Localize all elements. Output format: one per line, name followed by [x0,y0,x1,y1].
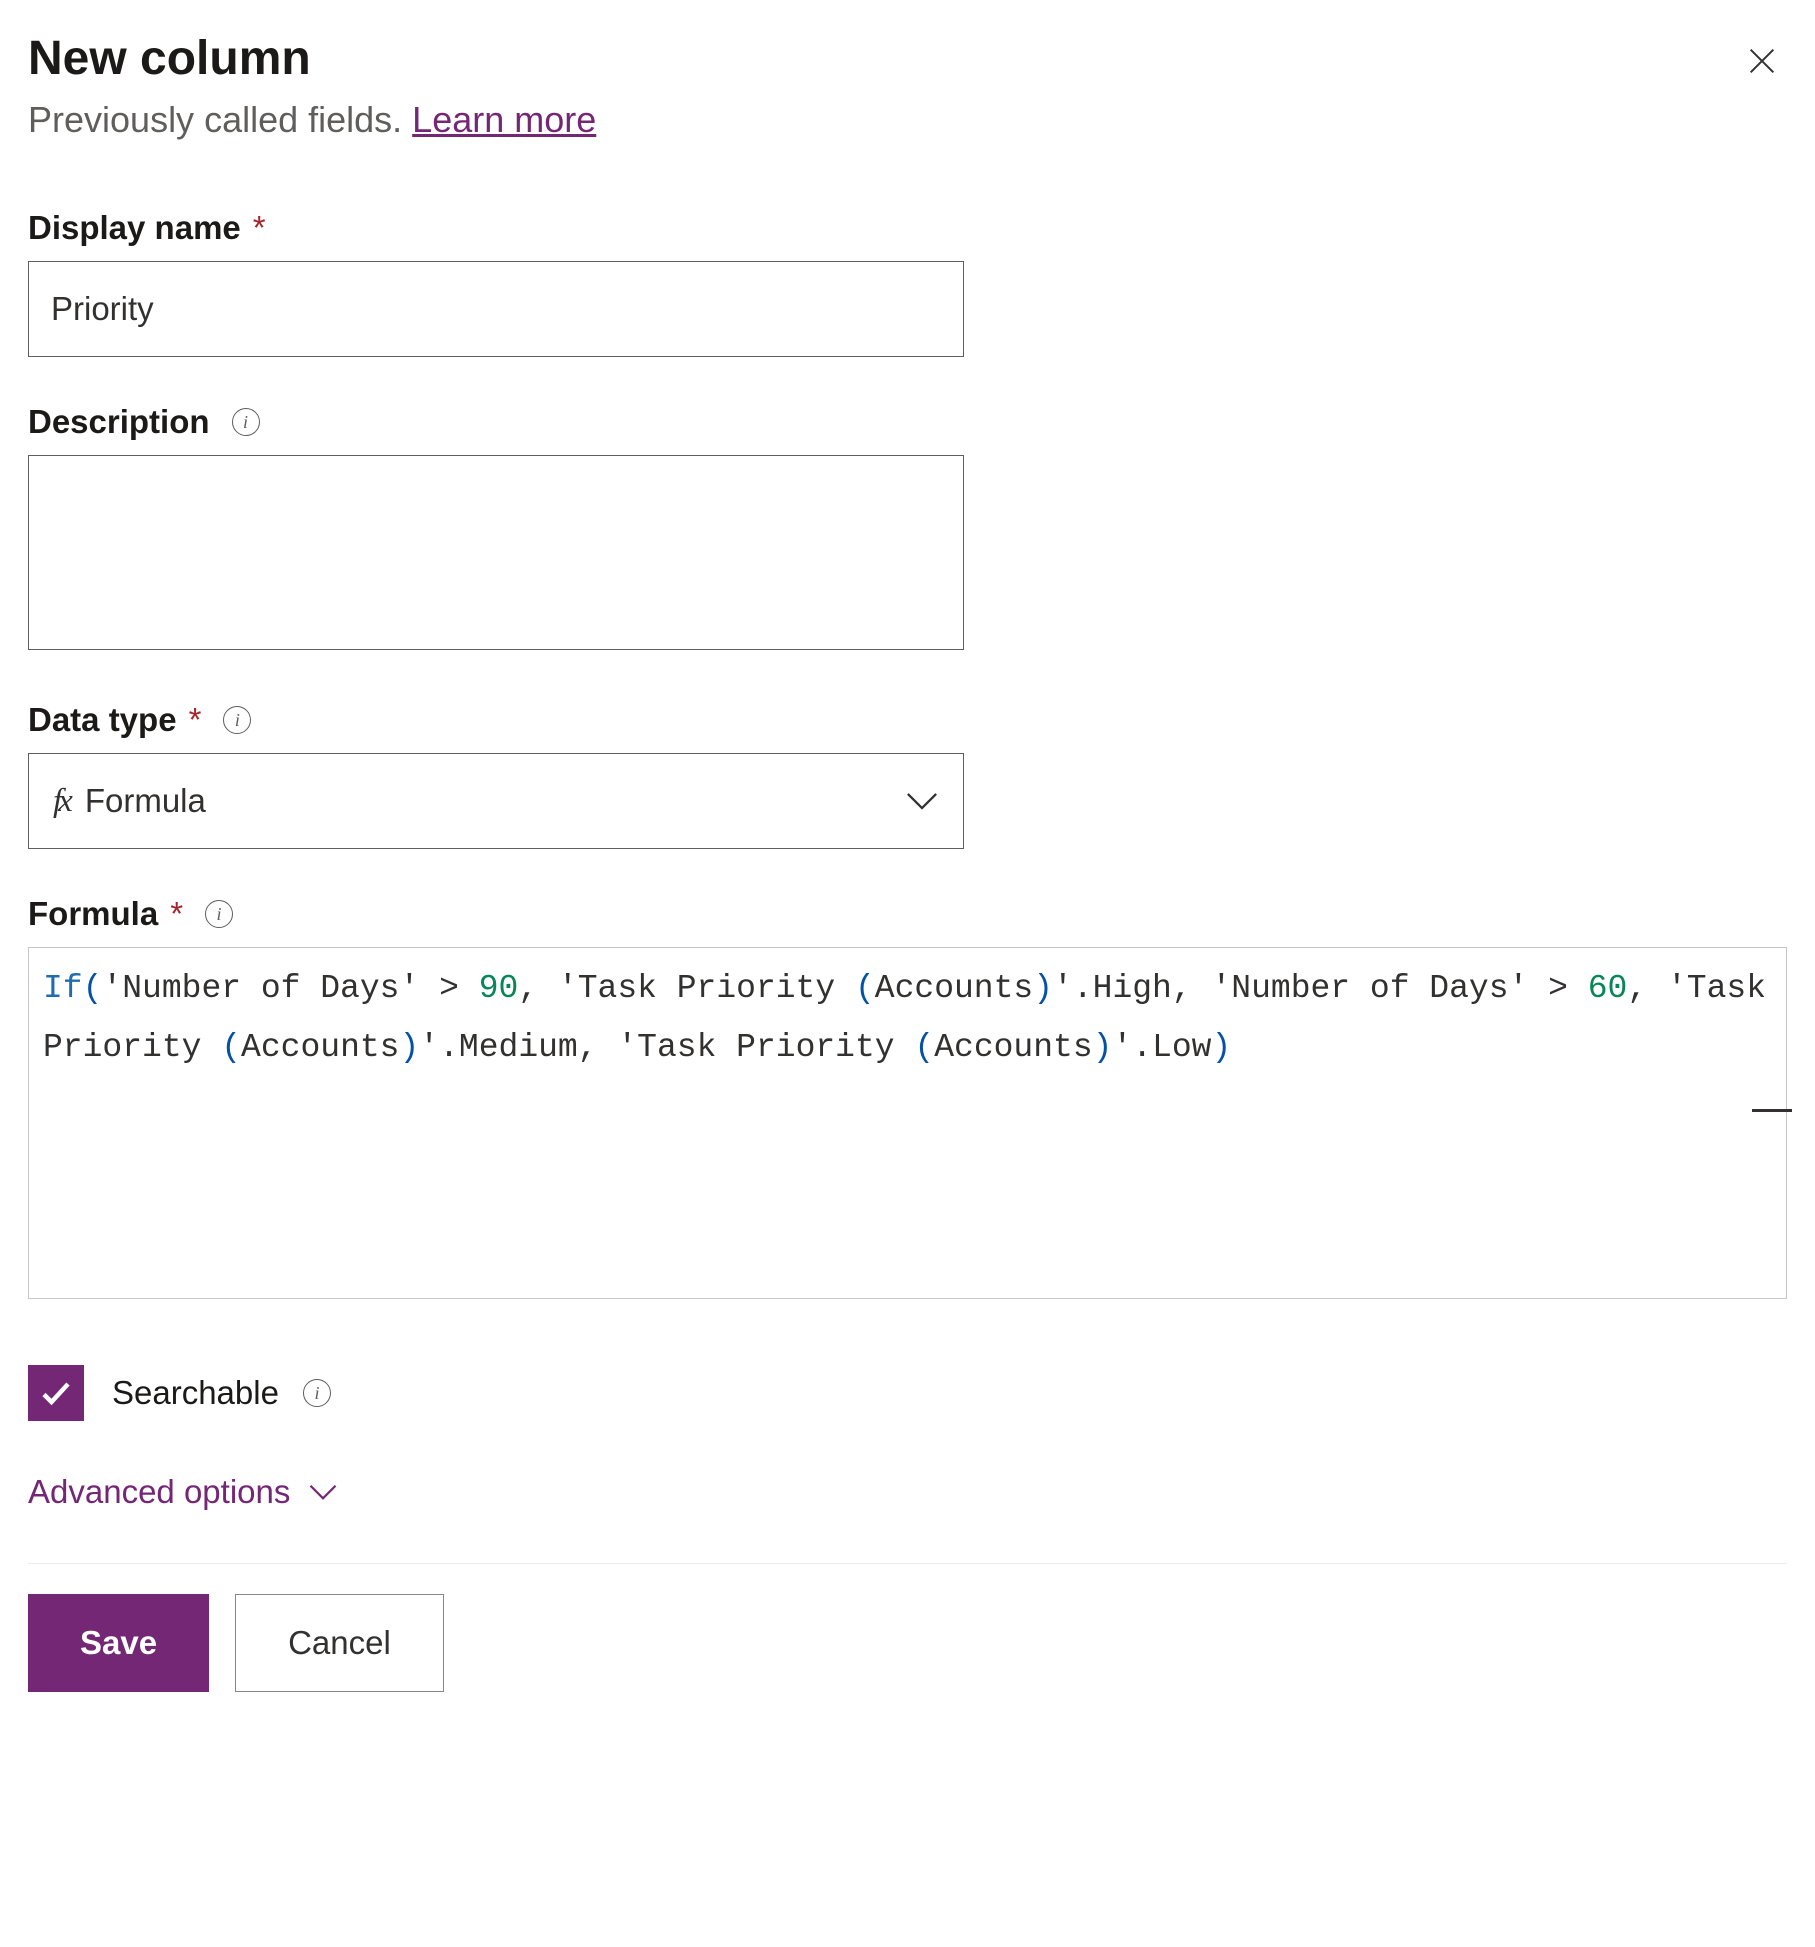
description-label-text: Description [28,403,210,441]
chevron-down-icon [905,791,939,811]
info-icon[interactable]: i [232,408,260,436]
data-type-label: Data type * i [28,701,1787,739]
formula-label: Formula * i [28,895,1787,933]
learn-more-link[interactable]: Learn more [412,99,596,140]
panel-footer: Save Cancel [28,1563,1787,1722]
data-type-select[interactable]: fx Formula [28,753,964,849]
info-icon[interactable]: i [223,706,251,734]
required-indicator: * [170,895,183,933]
cancel-button[interactable]: Cancel [235,1594,444,1692]
data-type-value: Formula [85,782,905,820]
info-icon[interactable]: i [205,900,233,928]
data-type-label-text: Data type [28,701,177,739]
required-indicator: * [253,209,266,247]
panel-header: New column [28,30,1787,89]
formula-icon: fx [53,783,69,820]
searchable-row: Searchable i [28,1365,1787,1421]
advanced-options-label: Advanced options [28,1473,290,1511]
panel-title: New column [28,30,311,88]
display-name-input[interactable] [28,261,964,357]
required-indicator: * [189,701,202,739]
subtitle-text: Previously called fields. [28,99,412,140]
searchable-checkbox[interactable] [28,1365,84,1421]
new-column-panel: New column Previously called fields. Lea… [0,0,1815,1722]
searchable-label: Searchable [112,1374,279,1412]
display-name-field: Display name * [28,209,1787,357]
formula-field: Formula * i If('Number of Days' > 90, 'T… [28,895,1787,1299]
display-name-label: Display name * [28,209,1787,247]
checkmark-icon [38,1375,74,1411]
save-button[interactable]: Save [28,1594,209,1692]
chevron-down-icon [308,1483,338,1501]
description-input[interactable] [28,455,964,650]
description-field: Description i [28,403,1787,655]
info-icon[interactable]: i [303,1379,331,1407]
panel-subtitle: Previously called fields. Learn more [28,99,1787,141]
close-icon [1745,44,1779,78]
advanced-options-toggle[interactable]: Advanced options [28,1473,338,1511]
close-button[interactable] [1737,36,1787,89]
description-label: Description i [28,403,1787,441]
resize-handle-icon[interactable] [1752,1109,1792,1112]
display-name-label-text: Display name [28,209,241,247]
formula-editor[interactable]: If('Number of Days' > 90, 'Task Priority… [28,947,1787,1299]
formula-label-text: Formula [28,895,158,933]
data-type-field: Data type * i fx Formula [28,701,1787,849]
